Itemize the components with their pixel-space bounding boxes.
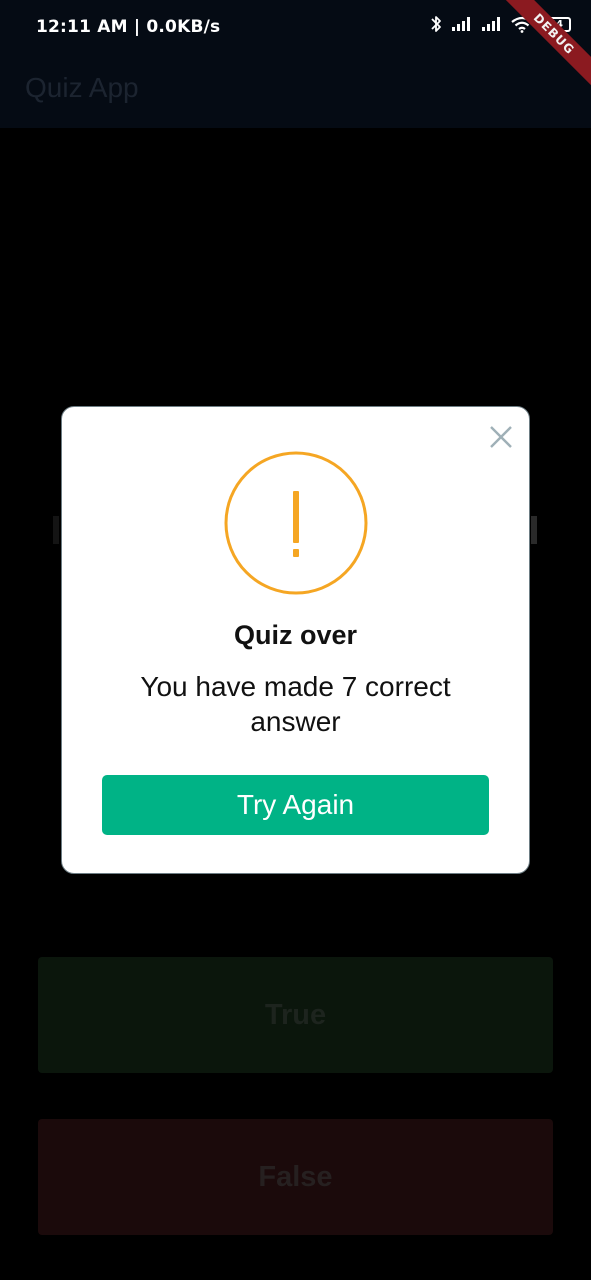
app-title: Quiz App bbox=[25, 72, 139, 103]
wifi-icon bbox=[511, 16, 533, 33]
close-button[interactable] bbox=[488, 424, 514, 450]
status-time: 12:11 AM | 0.0KB/s bbox=[36, 17, 221, 37]
quiz-over-dialog: Quiz over You have made 7 correct answer… bbox=[61, 406, 530, 874]
true-button[interactable]: True bbox=[38, 957, 553, 1073]
close-icon bbox=[490, 426, 512, 448]
question-text-fragment bbox=[53, 516, 59, 544]
false-button[interactable]: False bbox=[38, 1119, 553, 1235]
bluetooth-icon bbox=[429, 14, 443, 34]
dialog-title: Quiz over bbox=[233, 620, 358, 650]
battery-icon: 44 bbox=[541, 16, 571, 32]
dialog-message: You have made 7 correct answer bbox=[140, 671, 451, 737]
try-again-button[interactable]: Try Again bbox=[102, 775, 489, 835]
try-again-label: Try Again bbox=[236, 789, 355, 820]
exclamation-icon bbox=[224, 451, 368, 595]
app-bar: Quiz App bbox=[0, 56, 591, 128]
battery-level: 44 bbox=[549, 18, 563, 30]
signal-icon bbox=[451, 16, 473, 32]
status-bar: 12:11 AM | 0.0KB/s 44 bbox=[0, 0, 591, 56]
signal-icon bbox=[481, 16, 503, 32]
status-icons: 44 bbox=[429, 14, 571, 34]
question-text-fragment bbox=[531, 516, 537, 544]
